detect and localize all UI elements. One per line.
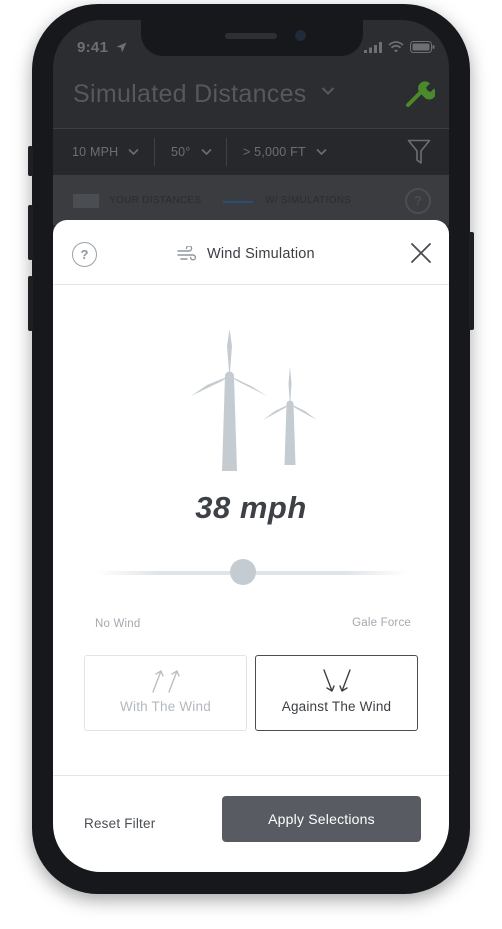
app-screen: 9:41 Simulated Distances 10 MPH 50° > 5,… xyxy=(53,20,449,872)
wind-speed-filter[interactable]: 10 MPH xyxy=(72,129,139,175)
wind-speed-slider-thumb[interactable] xyxy=(229,559,256,585)
phone-silent-switch xyxy=(28,146,33,176)
filter-divider xyxy=(226,138,227,166)
filter-divider xyxy=(154,138,155,166)
phone-volume-up xyxy=(28,205,33,260)
wind-simulation-sheet: ? Wind Simulation 38 mph No Wind Gale Fo… xyxy=(53,220,449,872)
help-icon[interactable]: ? xyxy=(72,242,97,267)
with-the-wind-label: With The Wind xyxy=(120,699,211,714)
notch xyxy=(141,20,363,56)
apply-selections-button[interactable]: Apply Selections xyxy=(222,796,421,842)
against-the-wind-label: Against The Wind xyxy=(281,699,392,714)
arrows-down-icon xyxy=(322,669,351,692)
wifi-icon xyxy=(388,41,404,53)
sheet-header: Wind Simulation xyxy=(177,243,315,265)
arrows-up-icon xyxy=(151,670,180,693)
filter-bar: 10 MPH 50° > 5,000 FT xyxy=(53,128,449,176)
wind-icon xyxy=(177,246,197,261)
speaker-grille xyxy=(225,33,277,39)
sheet-title: Wind Simulation xyxy=(207,246,315,262)
temperature-filter[interactable]: 50° xyxy=(171,129,212,175)
phone-power-button xyxy=(469,232,474,330)
altitude-filter[interactable]: > 5,000 FT xyxy=(243,129,327,175)
chevron-down-icon xyxy=(200,148,212,156)
chevron-down-icon[interactable] xyxy=(321,86,335,96)
page-title[interactable]: Simulated Distances xyxy=(73,80,307,109)
altitude-filter-label: > 5,000 FT xyxy=(243,145,306,159)
slider-max-label: Gale Force xyxy=(352,617,411,629)
close-icon[interactable] xyxy=(410,242,432,264)
legend-swatch-your-distances xyxy=(73,194,99,208)
location-arrow-icon xyxy=(116,42,127,53)
status-time: 9:41 xyxy=(77,39,127,56)
slider-min-label: No Wind xyxy=(95,618,141,630)
chevron-down-icon xyxy=(316,148,327,156)
wind-speed-filter-label: 10 MPH xyxy=(72,145,119,159)
funnel-icon[interactable] xyxy=(407,139,431,165)
legend-line-simulations xyxy=(223,201,253,203)
help-icon[interactable]: ? xyxy=(405,188,431,214)
footer-divider xyxy=(53,775,449,776)
wrench-icon[interactable] xyxy=(405,80,435,108)
legend-your-distances: YOUR DISTANCES xyxy=(109,195,202,206)
battery-icon xyxy=(410,41,435,53)
status-icons xyxy=(364,41,435,53)
reset-filter-button[interactable]: Reset Filter xyxy=(84,816,155,831)
wind-speed-value: 38 mph xyxy=(195,490,307,525)
sheet-header-divider xyxy=(53,284,449,285)
status-time-text: 9:41 xyxy=(77,39,109,56)
temperature-filter-label: 50° xyxy=(171,145,191,159)
against-the-wind-option[interactable]: Against The Wind xyxy=(255,655,418,731)
chevron-down-icon xyxy=(128,148,139,156)
legend-with-simulations: W/ SIMULATIONS xyxy=(265,195,352,206)
with-the-wind-option[interactable]: With The Wind xyxy=(84,655,247,731)
phone-volume-down xyxy=(28,276,33,331)
signal-icon xyxy=(364,41,382,53)
front-camera xyxy=(295,30,306,41)
chart-legend: YOUR DISTANCES W/ SIMULATIONS xyxy=(53,175,449,225)
wind-turbines-icon xyxy=(191,329,317,471)
